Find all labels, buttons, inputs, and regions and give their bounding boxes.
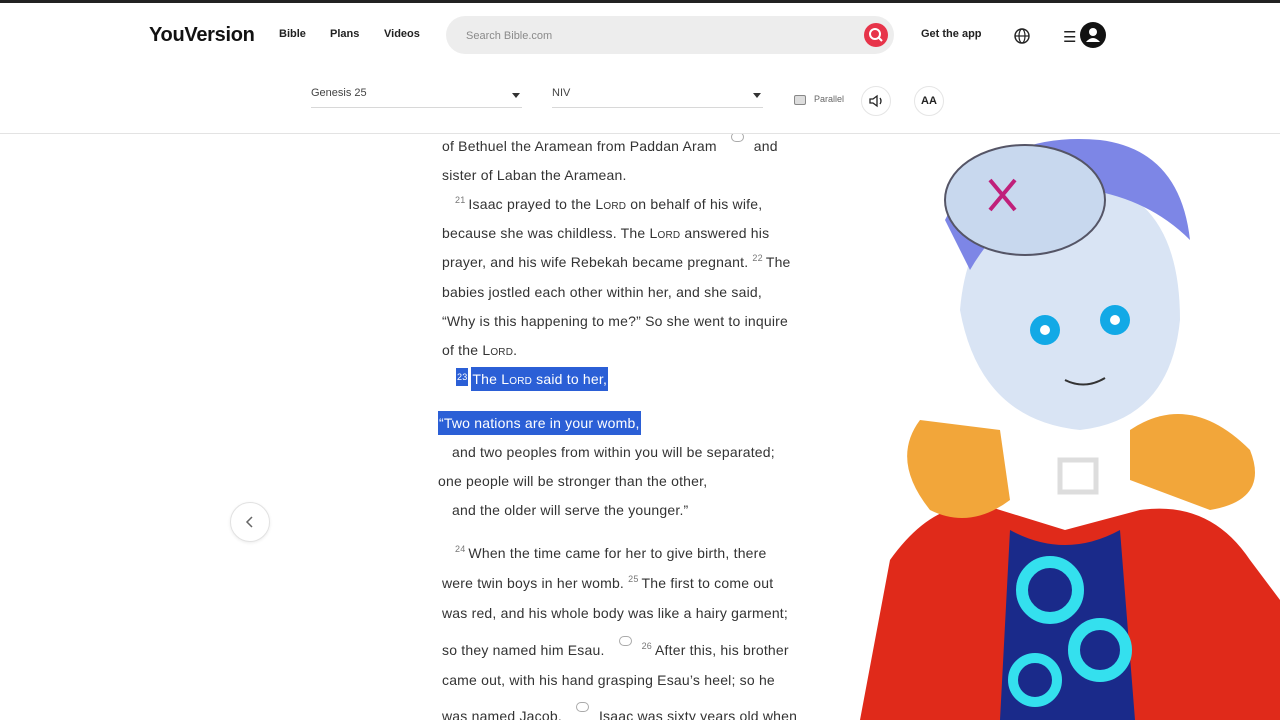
parallel-label: Parallel [814, 94, 845, 104]
verse-text: of Bethuel the Aramean from Paddan Aram [442, 138, 717, 154]
verse-number: 25 [628, 574, 639, 584]
search-input[interactable] [464, 25, 848, 47]
verse-text: The [765, 254, 791, 270]
selected-text: The Lord said to her, [471, 367, 609, 391]
verse-line: sister of Laban the Aramean. [442, 167, 627, 183]
selected-poetry-line[interactable]: “Two nations are in your womb, [438, 411, 641, 435]
search-bar [446, 16, 894, 54]
chevron-left-icon [245, 516, 253, 528]
parallel-toggle[interactable]: Parallel [794, 94, 844, 105]
user-icon [1086, 28, 1100, 42]
verse-line: were twin boys in her womb. 25 The first … [442, 574, 774, 591]
verse-number: 22 [752, 253, 763, 263]
verse-number: 23 [456, 368, 469, 386]
note-icon[interactable] [575, 702, 589, 712]
chevron-down-icon [512, 93, 520, 98]
nav-videos[interactable]: Videos [384, 28, 420, 40]
verse-text: because she was childless. The [442, 225, 650, 241]
verse-text: . [513, 342, 518, 358]
verse-text: and [753, 138, 778, 154]
verse-line: babies jostled each other within her, an… [442, 284, 762, 300]
nav-plans[interactable]: Plans [330, 28, 359, 40]
chevron-down-icon [753, 93, 761, 98]
verse-text: The [472, 371, 502, 387]
menu-icon[interactable]: ☰ [1063, 28, 1076, 46]
book-chapter-select[interactable]: Genesis 25 [311, 85, 522, 108]
book-chapter-value: Genesis 25 [311, 87, 367, 99]
verse-text: Isaac prayed to the [468, 196, 596, 212]
poetry-line: and two peoples from within you will be … [452, 444, 775, 460]
get-app-link[interactable]: Get the app [921, 28, 982, 40]
font-size-button[interactable]: AA [914, 86, 944, 116]
verse-text: of the [442, 342, 483, 358]
verse-text: were twin boys in her womb. [442, 575, 625, 591]
speaker-icon [869, 94, 882, 108]
verse-text: on behalf of his wife, [626, 196, 763, 212]
verse-line: was named Jacob. Isaac was sixty years ol… [442, 702, 798, 720]
lord-smallcaps: Lord [595, 196, 627, 212]
verse-line: was red, and his whole body was like a h… [442, 605, 788, 621]
selected-verse-line[interactable]: 23 The Lord said to her, [456, 367, 609, 391]
verse-text: After this, his brother [655, 642, 789, 658]
vtuber-avatar-overlay [860, 139, 1280, 720]
nav-bible[interactable]: Bible [279, 28, 306, 40]
verse-text: prayer, and his wife Rebekah became preg… [442, 254, 749, 270]
parallel-icon [794, 94, 806, 105]
verse-text: When the time came for her to give birth… [468, 545, 767, 561]
lord-smallcaps: Lord [501, 371, 533, 387]
note-icon[interactable] [730, 134, 744, 142]
version-select[interactable]: NIV [552, 85, 763, 108]
search-icon [869, 28, 883, 42]
verse-number: 24 [455, 544, 466, 554]
version-value: NIV [552, 87, 571, 99]
verse-line: so they named him Esau. 26 After this, his… [442, 636, 789, 658]
reader-toolbar: Genesis 25 NIV Parallel AA [0, 65, 1280, 134]
verse-number: 26 [641, 641, 652, 651]
verse-line: of the Lord. [442, 342, 517, 358]
site-header: YouVersion Bible Plans Videos Get the ap… [0, 3, 1280, 65]
lord-smallcaps: Lord [649, 225, 681, 241]
poetry-line: one people will be stronger than the oth… [438, 473, 708, 489]
verse-line: came out, with his hand grasping Esau’s … [442, 672, 775, 688]
verse-line: 24 When the time came for her to give bir… [455, 544, 767, 561]
previous-chapter-button[interactable] [230, 502, 270, 542]
verse-text: said to her, [532, 371, 608, 387]
poetry-line: and the older will serve the younger.” [452, 502, 689, 518]
lord-smallcaps: Lord [482, 342, 514, 358]
verse-line: 21 Isaac prayed to the Lord on behalf of … [455, 195, 763, 212]
note-icon[interactable] [618, 636, 632, 646]
youversion-logo[interactable]: YouVersion [149, 24, 255, 47]
globe-icon[interactable] [1013, 27, 1031, 45]
verse-text: The first to come out [641, 575, 774, 591]
search-button[interactable] [864, 23, 888, 47]
verse-line: because she was childless. The Lord answ… [442, 225, 769, 241]
verse-line: prayer, and his wife Rebekah became preg… [442, 253, 791, 270]
verse-text: answered his [680, 225, 770, 241]
verse-number: 21 [455, 195, 466, 205]
verse-line: “Why is this happening to me?” So she we… [442, 313, 788, 329]
selected-text: “Two nations are in your womb, [438, 411, 641, 435]
verse-line: of Bethuel the Aramean from Paddan Aram a… [442, 134, 778, 154]
user-account-button[interactable] [1080, 22, 1106, 48]
verse-text: Isaac was sixty years old when [598, 708, 798, 720]
audio-button[interactable] [861, 86, 891, 116]
verse-text: was named Jacob. [442, 708, 562, 720]
verse-text: so they named him Esau. [442, 642, 605, 658]
